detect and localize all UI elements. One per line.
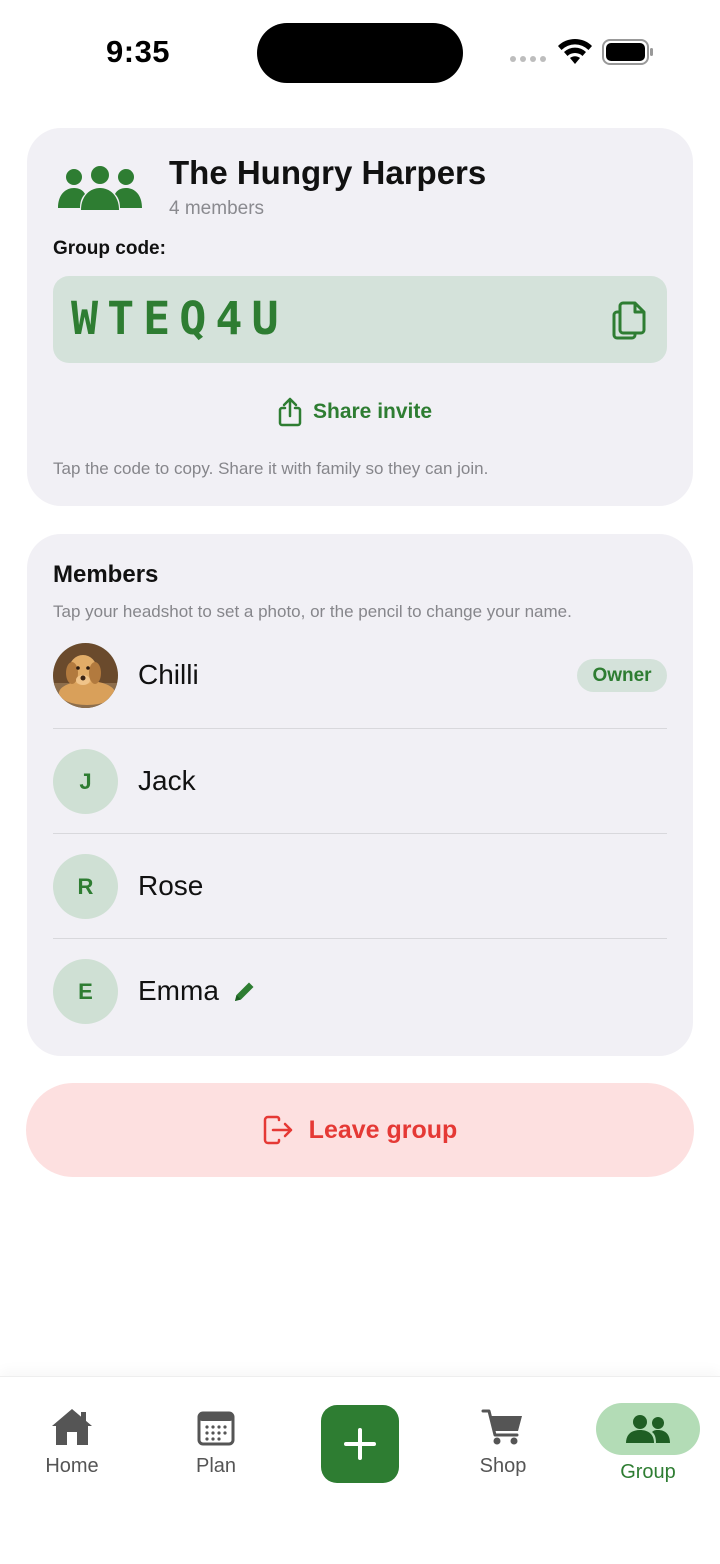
member-name: Rose — [138, 870, 204, 901]
wifi-icon — [558, 38, 592, 64]
tab-label: Plan — [195, 1455, 237, 1477]
group-code-hint: Tap the code to copy. Share it with fami… — [53, 459, 489, 478]
home-icon — [52, 1409, 92, 1445]
cart-icon — [481, 1409, 522, 1445]
members-card: Members Tap your headshot to set a photo… — [27, 534, 693, 1056]
tab-label: Shop — [479, 1455, 527, 1477]
group-code: WTEQ4U — [71, 292, 288, 345]
members-hint: Tap your headshot to set a photo, or the… — [53, 602, 572, 621]
member-name: Emma — [138, 975, 219, 1006]
group-card: The Hungry Harpers 4 members Group code:… — [27, 128, 693, 506]
member-avatar-photo[interactable] — [53, 643, 118, 708]
tab-shop[interactable]: Shop — [448, 1407, 558, 1497]
status-time: 9:35 — [106, 34, 171, 69]
member-avatar-self[interactable]: E — [53, 959, 118, 1024]
group-icon — [626, 1415, 670, 1443]
dog-photo — [53, 643, 118, 708]
tab-plan[interactable]: Plan — [161, 1407, 271, 1497]
tab-label: Group — [620, 1461, 676, 1483]
member-avatar: R — [53, 854, 118, 919]
tab-home[interactable]: Home — [17, 1407, 127, 1497]
member-name: Jack — [138, 765, 196, 796]
share-invite-button[interactable]: Share invite — [277, 394, 432, 430]
leave-group-button[interactable]: Leave group — [26, 1083, 694, 1177]
leave-group-label: Leave group — [308, 1115, 458, 1144]
add-button[interactable] — [321, 1405, 399, 1483]
group-code-label: Group code: — [53, 238, 166, 259]
tab-label: Home — [45, 1455, 99, 1477]
member-row: R Rose — [53, 833, 667, 938]
member-row: Chilli Owner — [53, 623, 667, 728]
calendar-icon — [197, 1411, 235, 1446]
group-icon — [58, 166, 142, 210]
member-row: J Jack — [53, 728, 667, 833]
share-icon — [278, 397, 302, 427]
tab-bar: Home Plan Shop Group — [0, 1376, 720, 1564]
tab-group-active-pill — [596, 1403, 700, 1455]
status-bar: 9:35 — [0, 0, 720, 100]
member-row-self: E Emma — [53, 938, 667, 1043]
share-invite-label: Share invite — [313, 400, 433, 423]
dynamic-island — [257, 23, 463, 83]
owner-badge: Owner — [577, 659, 667, 692]
members-title: Members — [53, 561, 159, 588]
cellular-signal-icon — [510, 56, 546, 62]
group-name: The Hungry Harpers — [169, 154, 487, 191]
member-name: Chilli — [138, 659, 199, 690]
member-avatar: J — [53, 749, 118, 814]
group-code-copy-button[interactable]: WTEQ4U — [53, 276, 667, 363]
logout-icon — [263, 1115, 292, 1145]
tab-group[interactable]: Group — [593, 1403, 703, 1497]
battery-icon — [602, 39, 653, 65]
plus-icon — [344, 1428, 376, 1460]
copy-icon — [612, 301, 646, 340]
member-count: 4 members — [169, 198, 265, 219]
pencil-icon[interactable] — [231, 979, 257, 1005]
